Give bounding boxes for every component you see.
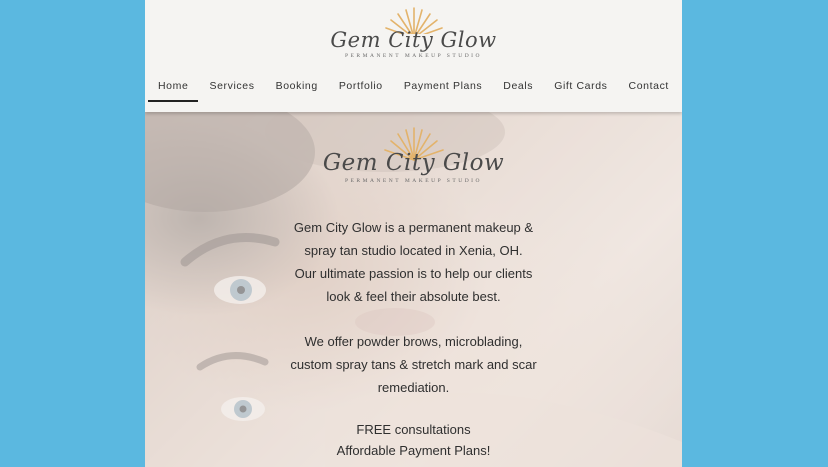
hero-brand-name: Gem City Glow <box>322 150 505 176</box>
payment-plans-text: Affordable Payment Plans! <box>336 443 491 458</box>
nav-contact[interactable]: Contact <box>619 78 679 102</box>
nav-booking[interactable]: Booking <box>266 78 328 102</box>
nav-payment-plans[interactable]: Payment Plans <box>394 78 492 102</box>
nav-portfolio[interactable]: Portfolio <box>329 78 393 102</box>
nav-services[interactable]: Services <box>199 78 264 102</box>
header-logo[interactable]: Gem City Glow PERMANENT MAKEUP STUDIO <box>145 4 682 60</box>
hero-intro-line: look & feel their absolute best. <box>326 289 501 304</box>
site-header: Gem City Glow PERMANENT MAKEUP STUDIO Ho… <box>145 0 682 112</box>
brand-name: Gem City Glow <box>330 28 497 52</box>
hero-intro-line: Gem City Glow is a permanent makeup & <box>293 220 534 235</box>
main-nav: Home Services Booking Portfolio Payment … <box>145 78 682 102</box>
nav-home[interactable]: Home <box>148 78 199 102</box>
nav-gift-cards[interactable]: Gift Cards <box>544 78 617 102</box>
hero-brand-tagline: PERMANENT MAKEUP STUDIO <box>345 178 482 184</box>
website-page: Gem City Glow PERMANENT MAKEUP STUDIO Ho… <box>145 0 682 467</box>
hero-offer-line: custom spray tans & stretch mark and sca… <box>290 357 537 372</box>
hero-intro-line: Our ultimate passion is to help our clie… <box>294 266 533 281</box>
brand-tagline: PERMANENT MAKEUP STUDIO <box>345 53 482 59</box>
free-consultations-text: FREE consultations <box>356 422 471 437</box>
hero-section: Gem City Glow PERMANENT MAKEUP STUDIO Ge… <box>145 112 682 467</box>
hero-intro: Gem City Glow is a permanent makeup & sp… <box>145 216 682 308</box>
hero-offer-line: remediation. <box>377 380 450 395</box>
hero-offer-line: We offer powder brows, microblading, <box>304 334 523 349</box>
nav-deals[interactable]: Deals <box>493 78 543 102</box>
hero-cta: FREE consultations Affordable Payment Pl… <box>145 419 682 461</box>
hero-intro-line: spray tan studio located in Xenia, OH. <box>304 243 523 258</box>
hero-logo: Gem City Glow PERMANENT MAKEUP STUDIO <box>145 124 682 185</box>
hero-offer: We offer powder brows, microblading, cus… <box>145 330 682 399</box>
